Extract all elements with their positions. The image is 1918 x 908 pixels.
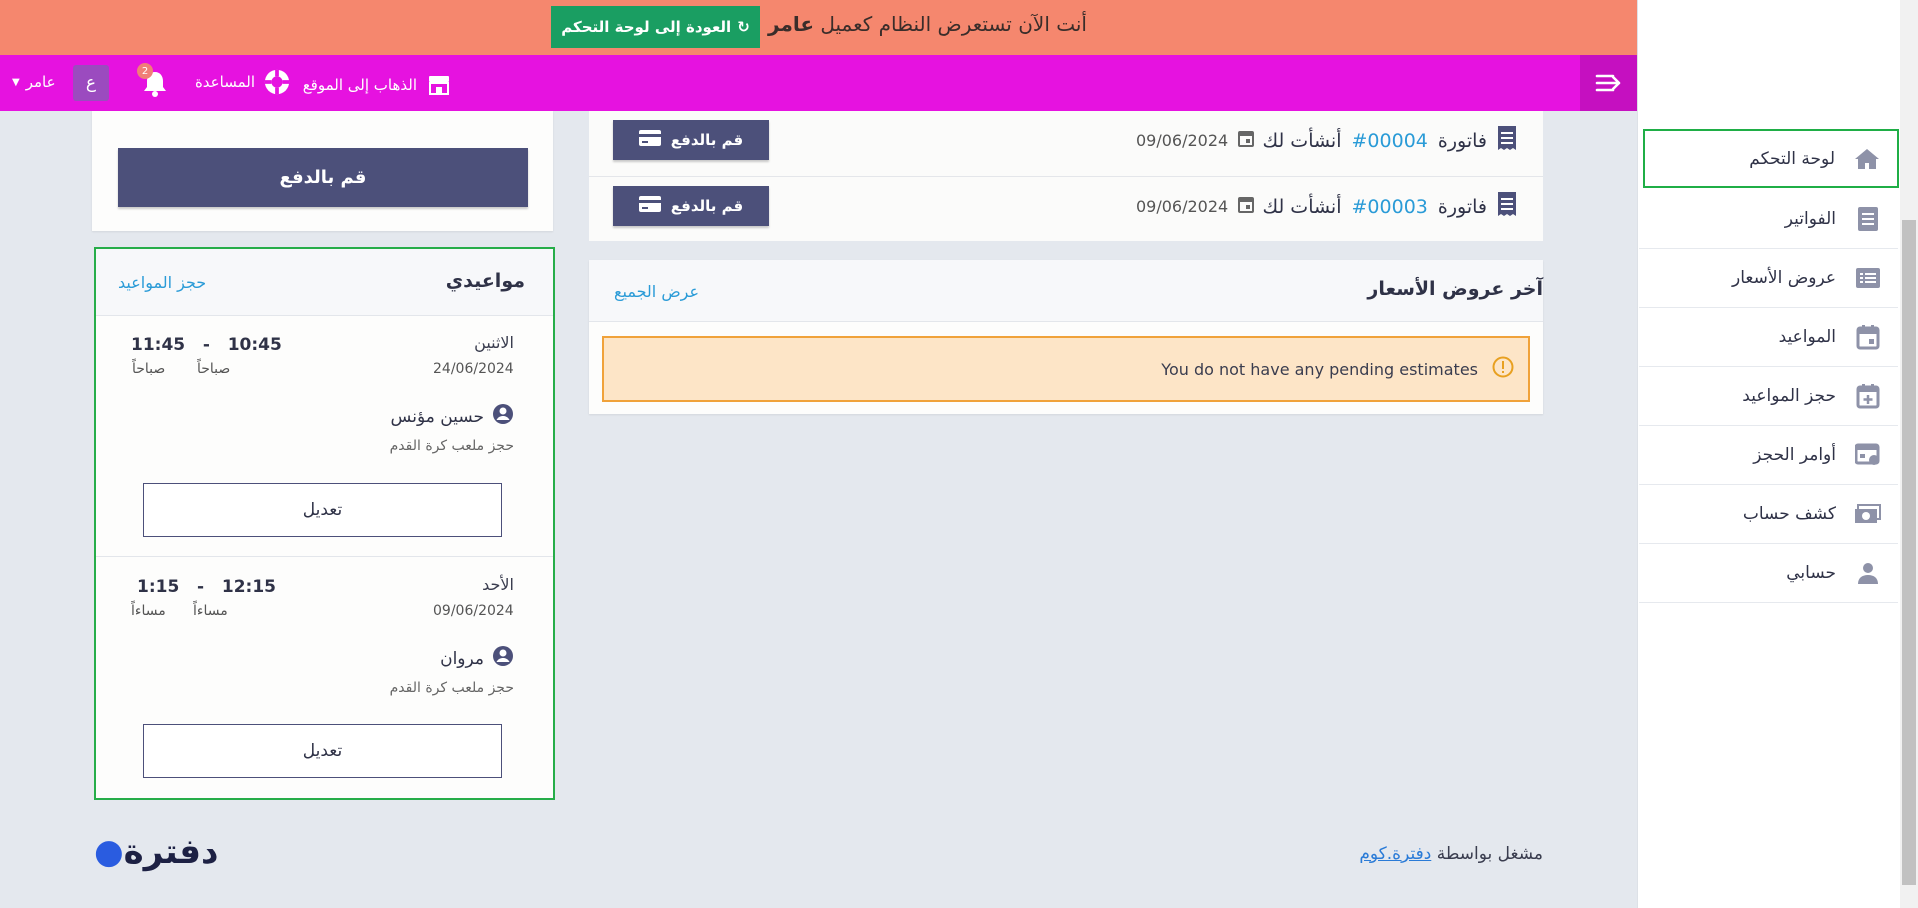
empty-estimates-alert: You do not have any pending estimates xyxy=(602,336,1530,402)
invoice-row: قم بالدفع 09/06/2024 فاتورة #00003 أنشأت… xyxy=(589,177,1543,243)
banner-text: أنت الآن تستعرض النظام كعميل عامر xyxy=(768,12,1087,36)
lifebuoy-icon xyxy=(263,68,291,96)
edit-appointment-button[interactable]: تعديل xyxy=(143,724,502,778)
appointment-end-period: صباحاً xyxy=(132,361,166,377)
notification-badge: 2 xyxy=(137,63,153,79)
top-navbar: الذهاب إلى الموقع المساعدة ع ▼ عامر xyxy=(0,55,1637,111)
sidebar-item-estimates[interactable]: عروض الأسعار xyxy=(1639,249,1898,308)
pay-button[interactable]: قم بالدفع xyxy=(118,148,528,207)
receipt-icon xyxy=(1497,125,1517,156)
daftra-logo: ●دفترة xyxy=(94,832,219,872)
caret-down-icon: ▼ xyxy=(12,76,20,88)
home-icon xyxy=(1853,145,1881,173)
refresh-icon: ↻ xyxy=(737,18,750,36)
book-appointment-link[interactable]: حجز المواعيد xyxy=(118,273,206,292)
divider xyxy=(96,556,553,557)
go-to-site-link[interactable]: الذهاب إلى الموقع xyxy=(303,71,453,99)
credit-card-icon xyxy=(638,130,661,150)
appointment-service: حجز ملعب كرة القدم xyxy=(389,680,514,696)
avatar[interactable]: ع xyxy=(73,65,109,101)
appointment-time: 1:15 - 12:15 xyxy=(137,577,276,597)
invoice-icon xyxy=(1854,205,1882,233)
appointment-service: حجز ملعب كرة القدم xyxy=(389,438,514,454)
banner-client-name: عامر xyxy=(768,12,814,36)
back-to-dashboard-button[interactable]: ↻ العودة إلى لوحة التحكم xyxy=(551,6,760,48)
sidebar-item-my-account[interactable]: حسابي xyxy=(1639,544,1898,603)
help-link[interactable]: المساعدة xyxy=(195,68,291,96)
edit-appointment-button[interactable]: تعديل xyxy=(143,483,502,537)
pay-invoice-button[interactable]: قم بالدفع xyxy=(613,120,769,160)
scrollbar-thumb[interactable] xyxy=(1902,220,1916,885)
invoice-date: 09/06/2024 xyxy=(1136,195,1255,217)
appointment-day: الأحد xyxy=(482,575,514,594)
sidebar-item-invoices[interactable]: الفواتير xyxy=(1639,190,1898,249)
user-menu[interactable]: ▼ عامر xyxy=(12,73,56,91)
appointment-date: 24/06/2024 xyxy=(433,361,514,377)
money-icon xyxy=(1854,500,1882,528)
calendar-plus-icon xyxy=(1854,382,1882,410)
appointment-date: 09/06/2024 xyxy=(433,603,514,619)
sidebar-item-booking-orders[interactable]: أوامر الحجز xyxy=(1639,426,1898,485)
receipt-icon xyxy=(1497,191,1517,222)
booking-orders-icon xyxy=(1854,441,1882,469)
appointment-time: 11:45 - 10:45 xyxy=(131,335,282,355)
user-circle-icon xyxy=(492,645,514,672)
invoice-row: قم بالدفع 09/06/2024 فاتورة #00004 أنشأت… xyxy=(589,111,1543,177)
appointment-day: الاثنين xyxy=(474,333,514,352)
appointment-start-period: مساءاً xyxy=(193,603,228,619)
appointment-start-period: صباحاً xyxy=(197,361,231,377)
sidebar-item-appointments[interactable]: المواعيد xyxy=(1639,308,1898,367)
estimates-icon xyxy=(1854,264,1882,292)
invoice-number-link[interactable]: #00004 xyxy=(1352,130,1428,152)
user-icon xyxy=(1854,559,1882,587)
appointment-client: حسين مؤنس xyxy=(391,403,514,430)
invoice-title: فاتورة #00004 أنشأت لك xyxy=(1262,125,1517,156)
view-all-estimates-link[interactable]: عرض الجميع xyxy=(614,282,699,301)
calendar-small-icon xyxy=(1238,129,1255,151)
calendar-small-icon xyxy=(1238,195,1255,217)
store-icon xyxy=(425,71,453,99)
footer-powered-by: مشغل بواسطة دفترة.كوم xyxy=(1359,844,1543,864)
sidebar-item-book-appointment[interactable]: حجز المواعيد xyxy=(1639,367,1898,426)
sidebar-toggle-icon[interactable] xyxy=(1580,55,1637,111)
estimates-title: آخر عروض الأسعار xyxy=(1367,278,1543,300)
appointments-title: مواعيدي xyxy=(445,270,525,292)
appointment-end-period: مساءاً xyxy=(131,603,166,619)
pay-invoice-button[interactable]: قم بالدفع xyxy=(613,186,769,226)
exclamation-circle-icon xyxy=(1492,356,1514,382)
credit-card-icon xyxy=(638,196,661,216)
user-circle-icon xyxy=(492,403,514,430)
daftra-link[interactable]: دفترة.كوم xyxy=(1359,844,1431,864)
sidebar-item-account-statement[interactable]: كشف حساب xyxy=(1639,485,1898,544)
sidebar-item-dashboard[interactable]: لوحة التحكم xyxy=(1643,129,1899,188)
invoice-date: 09/06/2024 xyxy=(1136,129,1255,151)
calendar-icon xyxy=(1854,323,1882,351)
invoice-title: فاتورة #00003 أنشأت لك xyxy=(1262,191,1517,222)
invoice-number-link[interactable]: #00003 xyxy=(1352,196,1428,218)
appointment-client: مروان xyxy=(440,645,514,672)
